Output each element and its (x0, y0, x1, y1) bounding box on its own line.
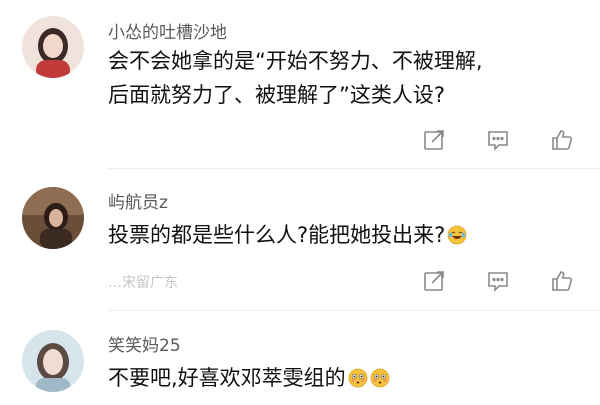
comment-text: 投票的都是些什么人?能把她投出来? (108, 223, 446, 247)
laughing-tears-emoji (447, 225, 467, 245)
comment-text-line: 不要吧,好喜欢邓萃雯组的 (108, 362, 390, 394)
comment-meta: …宋留广东 (108, 275, 178, 291)
comment-text-line: 会不会她拿的是“开始不努力、不被理解, (108, 49, 483, 73)
like-button[interactable] (548, 267, 576, 295)
comment-actions: …宋留广东 (0, 267, 600, 297)
avatar[interactable] (22, 16, 84, 78)
share-icon (424, 271, 444, 291)
username[interactable]: 小怂的吐槽沙地 (108, 18, 227, 43)
like-button[interactable] (548, 126, 576, 154)
divider (108, 310, 600, 311)
comment-icon (488, 272, 508, 292)
comment-text-line: 投票的都是些什么人?能把她投出来? (108, 219, 467, 251)
comment-text-line: 后面就努力了、被理解了”这类人设? (108, 83, 446, 107)
divider (108, 168, 600, 169)
comment-text: 不要吧,好喜欢邓萃雯组的 (108, 366, 346, 390)
avatar[interactable] (22, 330, 84, 392)
like-icon (552, 130, 573, 150)
username[interactable]: 笑笑妈25 (108, 331, 181, 356)
comment-icon (488, 131, 508, 151)
reply-button[interactable] (484, 126, 512, 154)
reply-button[interactable] (484, 267, 512, 295)
share-icon (424, 130, 444, 150)
share-button[interactable] (420, 126, 448, 154)
comment-actions (0, 126, 600, 156)
avatar[interactable] (22, 187, 84, 249)
share-button[interactable] (420, 267, 448, 295)
username[interactable]: 屿航员z (108, 188, 168, 213)
flushed-emoji (348, 368, 368, 388)
like-icon (552, 271, 573, 291)
flushed-emoji (370, 368, 390, 388)
